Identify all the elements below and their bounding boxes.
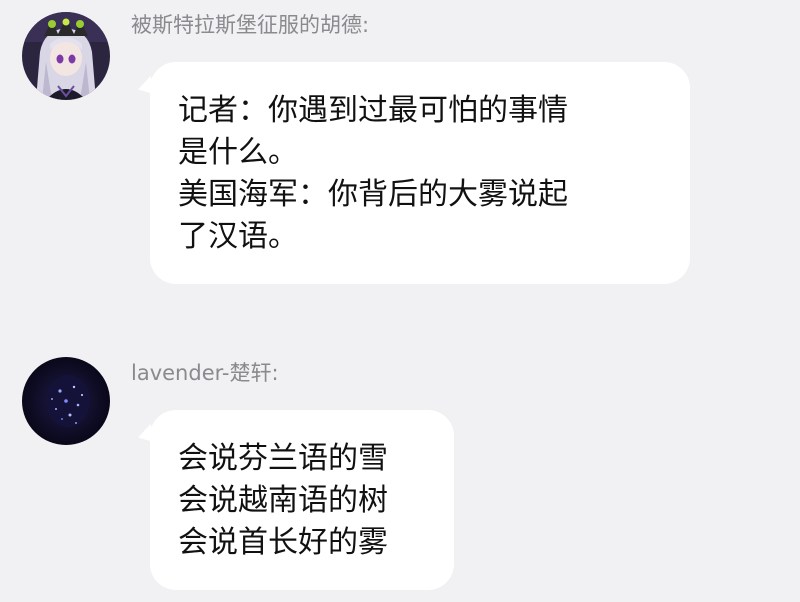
message-line: 是什么。 xyxy=(178,135,298,170)
message-line: 会说越南语的树 xyxy=(178,483,388,518)
message-line: 了汉语。 xyxy=(178,219,298,254)
sender-name[interactable]: 被斯特拉斯堡征服的胡德: xyxy=(131,11,369,39)
sender-name[interactable]: lavender-楚轩: xyxy=(131,359,279,387)
message-line: 会说芬兰语的雪 xyxy=(178,441,388,476)
message-line: 会说首长好的雾 xyxy=(178,525,388,560)
avatar-lavender[interactable] xyxy=(22,357,110,445)
message-bubble[interactable]: 记者：你遇到过最可怕的事情 是什么。 美国海军：你背后的大雾说起 了汉语。 xyxy=(150,62,690,284)
anime-girl-avatar-icon xyxy=(22,12,110,100)
message-bubble[interactable]: 会说芬兰语的雪 会说越南语的树 会说首长好的雾 xyxy=(150,410,454,590)
message-line: 美国海军：你背后的大雾说起 xyxy=(178,177,568,212)
starry-night-avatar-icon xyxy=(22,357,110,445)
message-line: 记者：你遇到过最可怕的事情 xyxy=(178,93,568,128)
avatar-hood[interactable] xyxy=(22,12,110,100)
